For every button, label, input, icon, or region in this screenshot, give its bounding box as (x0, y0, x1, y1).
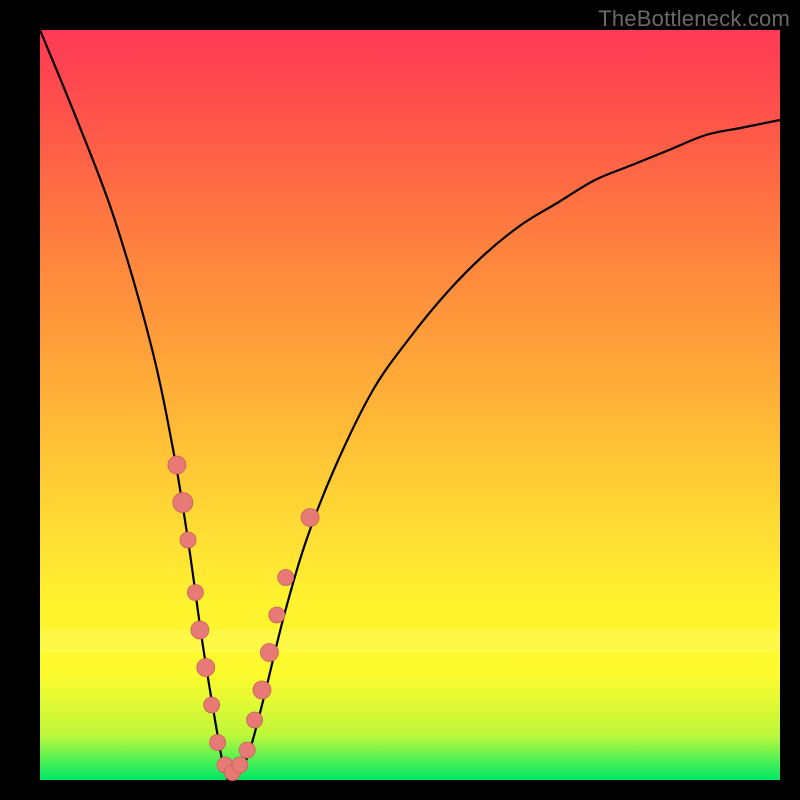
left-cluster-5 (191, 621, 209, 639)
chart-svg (40, 30, 780, 780)
right-cluster-4 (269, 607, 285, 623)
chart-frame: TheBottleneck.com (0, 0, 800, 800)
left-cluster-2 (173, 493, 193, 513)
right-cluster-3 (260, 644, 278, 662)
left-cluster-4 (187, 585, 203, 601)
right-cluster-5 (278, 570, 294, 586)
marker-group (168, 456, 319, 781)
watermark-label: TheBottleneck.com (598, 6, 790, 32)
left-cluster-7 (204, 697, 220, 713)
left-cluster-6 (197, 659, 215, 677)
right-cluster-1 (247, 712, 263, 728)
left-cluster-3 (180, 532, 196, 548)
bottleneck-curve (40, 30, 780, 781)
plot-area (40, 30, 780, 780)
bottom-5 (239, 742, 255, 758)
right-cluster-2 (253, 681, 271, 699)
right-outlier (301, 509, 319, 527)
bottom-1 (210, 735, 226, 751)
bottom-4 (232, 757, 248, 773)
left-cluster-1 (168, 456, 186, 474)
